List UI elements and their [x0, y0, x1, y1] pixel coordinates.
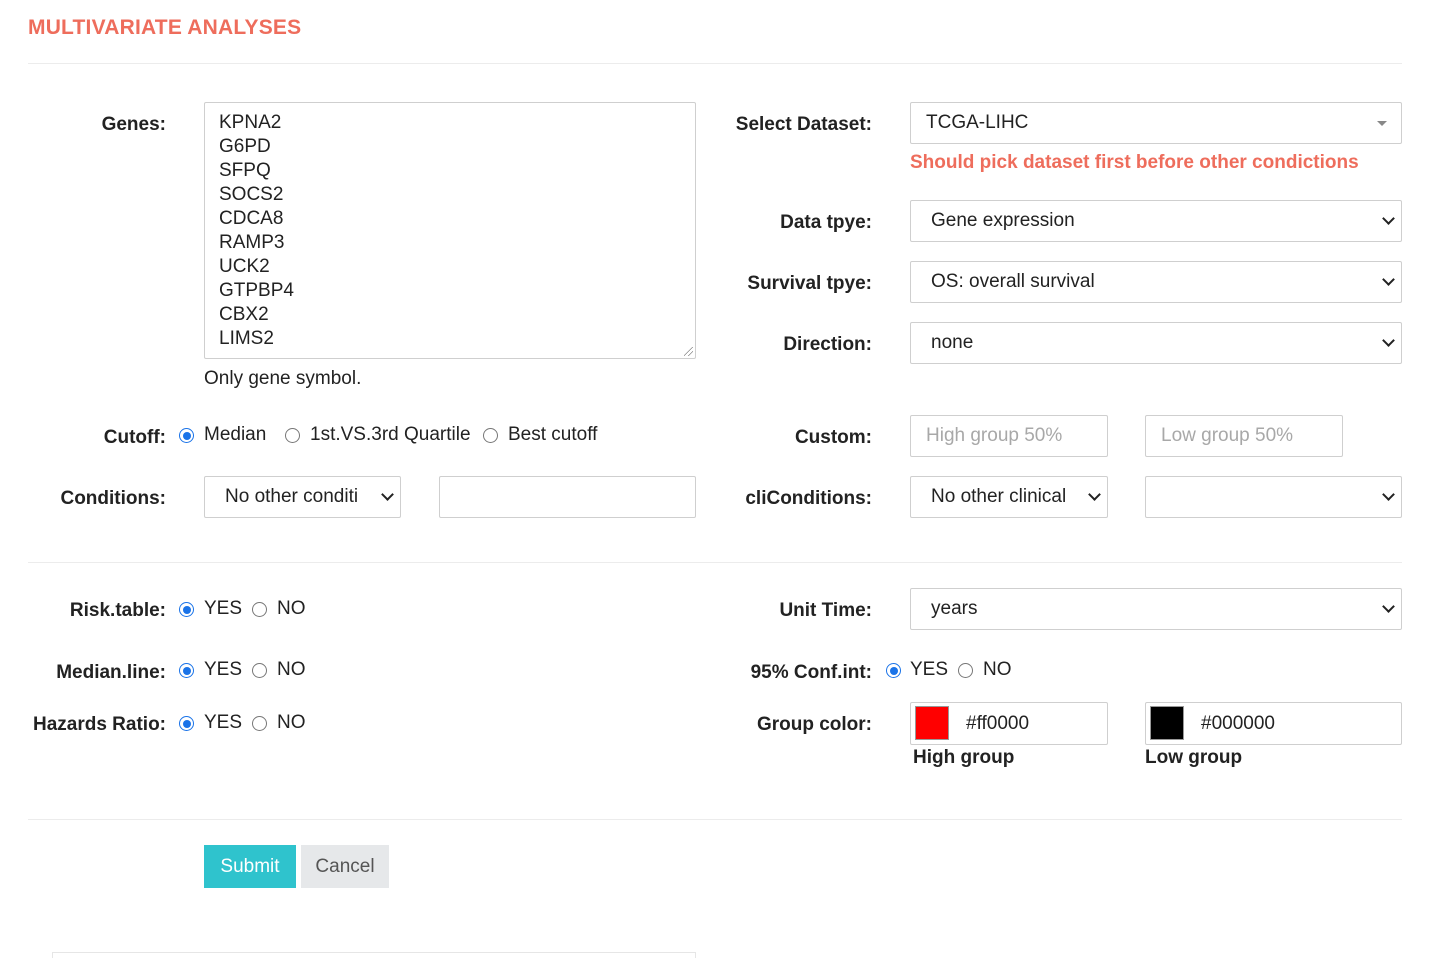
survival-type-label: Survival tpye:: [747, 273, 872, 294]
high-color-swatch[interactable]: [915, 706, 949, 740]
gene-list-item: SFPQ: [219, 160, 271, 181]
median-line-no-label: NO: [277, 659, 306, 680]
hazards-ratio-yes-label: YES: [204, 712, 243, 733]
hazards-ratio-label: Hazards Ratio:: [32, 714, 166, 735]
cutoff-best-radio[interactable]: [483, 428, 498, 443]
risk-table-no-label: NO: [277, 598, 306, 619]
cancel-button[interactable]: Cancel: [301, 845, 389, 888]
direction-value: none: [931, 332, 974, 353]
high-group-input[interactable]: High group 50%: [910, 415, 1108, 457]
median-line-no-radio[interactable]: [252, 663, 267, 678]
gene-list: KPNA2 G6PD SFPQ SOCS2 CDCA8 RAMP3 UCK2 GTPBP4 CB…: [219, 111, 681, 351]
data-type-select[interactable]: Gene expression: [910, 200, 1402, 242]
low-group-color-input[interactable]: #000000: [1145, 702, 1402, 745]
median-line-label: Median.line:: [56, 662, 166, 683]
cutoff-quartile-radio[interactable]: [285, 428, 300, 443]
high-color-hex: #ff0000: [966, 713, 1030, 734]
unit-time-value: years: [931, 598, 978, 619]
low-color-swatch[interactable]: [1150, 706, 1184, 740]
low-group-placeholder: Low group 50%: [1161, 425, 1294, 446]
cutoff-option-median: Median: [204, 424, 267, 445]
median-line-yes-label: YES: [204, 659, 243, 680]
high-group-caption: High group: [913, 747, 1015, 768]
conditions-value: No other conditi: [225, 486, 359, 507]
resize-grip-icon[interactable]: [684, 347, 693, 356]
conf-int-label: 95% Conf.int:: [750, 662, 872, 683]
cli-conditions-label: cliConditions:: [745, 488, 872, 509]
conf-int-yes-radio[interactable]: [886, 663, 901, 678]
risk-table-yes-label: YES: [204, 598, 243, 619]
conf-int-no-label: NO: [983, 659, 1012, 680]
gene-list-item: LIMS2: [219, 328, 274, 349]
gene-list-item: CDCA8: [219, 208, 284, 229]
gene-list-item: UCK2: [219, 256, 270, 277]
dataset-select[interactable]: TCGA-LIHC: [910, 102, 1402, 144]
cli-conditions-second-select[interactable]: [1145, 476, 1402, 518]
caret-down-icon: [1377, 121, 1387, 126]
dataset-value: TCGA-LIHC: [926, 112, 1029, 133]
submit-button[interactable]: Submit: [204, 845, 296, 888]
survival-type-value: OS: overall survival: [931, 271, 1095, 292]
hazards-ratio-no-radio[interactable]: [252, 716, 267, 731]
hazards-ratio-yes-radio[interactable]: [179, 716, 194, 731]
group-color-label: Group color:: [756, 714, 872, 735]
chevron-down-icon: [1382, 488, 1395, 501]
gene-list-item: G6PD: [219, 136, 271, 157]
hazards-ratio-no-label: NO: [277, 712, 306, 733]
gene-list-item: KPNA2: [219, 112, 282, 133]
unit-time-select[interactable]: years: [910, 588, 1402, 630]
gene-list-item: CBX2: [219, 304, 269, 325]
divider-bottom: [28, 819, 1402, 820]
gene-list-item: GTPBP4: [219, 280, 294, 301]
divider-top: [28, 63, 1402, 64]
dataset-label: Select Dataset:: [735, 114, 872, 135]
result-panel: [52, 952, 696, 958]
median-line-yes-radio[interactable]: [179, 663, 194, 678]
cutoff-median-radio[interactable]: [179, 428, 194, 443]
cli-conditions-value: No other clinical: [931, 486, 1067, 507]
dataset-warning: Should pick dataset first before other c…: [910, 152, 1359, 173]
unit-time-label: Unit Time:: [779, 600, 872, 621]
genes-textarea[interactable]: KPNA2 G6PD SFPQ SOCS2 CDCA8 RAMP3 UCK2 GTPBP4 CB…: [204, 102, 696, 359]
conf-int-no-radio[interactable]: [958, 663, 973, 678]
conditions-label: Conditions:: [60, 488, 166, 509]
risk-table-yes-radio[interactable]: [179, 602, 194, 617]
cutoff-option-quartile: 1st.VS.3rd Quartile: [310, 424, 471, 445]
genes-hint: Only gene symbol.: [204, 368, 362, 389]
low-color-hex: #000000: [1201, 713, 1275, 734]
cutoff-label: Cutoff:: [103, 427, 166, 448]
risk-table-label: Risk.table:: [69, 600, 166, 621]
high-group-placeholder: High group 50%: [926, 425, 1063, 446]
custom-label: Custom:: [794, 427, 872, 448]
page-title: MULTIVARIATE ANALYSES: [28, 16, 302, 39]
data-type-label: Data tpye:: [780, 212, 872, 233]
conditions-select[interactable]: No other conditi: [204, 476, 401, 518]
gene-list-item: SOCS2: [219, 184, 284, 205]
high-group-color-input[interactable]: #ff0000: [910, 702, 1108, 745]
conditions-text-input[interactable]: [439, 476, 696, 518]
low-group-input[interactable]: Low group 50%: [1145, 415, 1343, 457]
direction-label: Direction:: [783, 334, 872, 355]
data-type-value: Gene expression: [931, 210, 1075, 231]
conf-int-yes-label: YES: [910, 659, 949, 680]
direction-select[interactable]: none: [910, 322, 1402, 364]
cutoff-option-best: Best cutoff: [508, 424, 598, 445]
survival-type-select[interactable]: OS: overall survival: [910, 261, 1402, 303]
genes-label: Genes:: [101, 114, 166, 135]
cli-conditions-select[interactable]: No other clinical: [910, 476, 1108, 518]
divider-middle: [28, 562, 1402, 563]
risk-table-no-radio[interactable]: [252, 602, 267, 617]
gene-list-item: RAMP3: [219, 232, 285, 253]
low-group-caption: Low group: [1145, 747, 1243, 768]
